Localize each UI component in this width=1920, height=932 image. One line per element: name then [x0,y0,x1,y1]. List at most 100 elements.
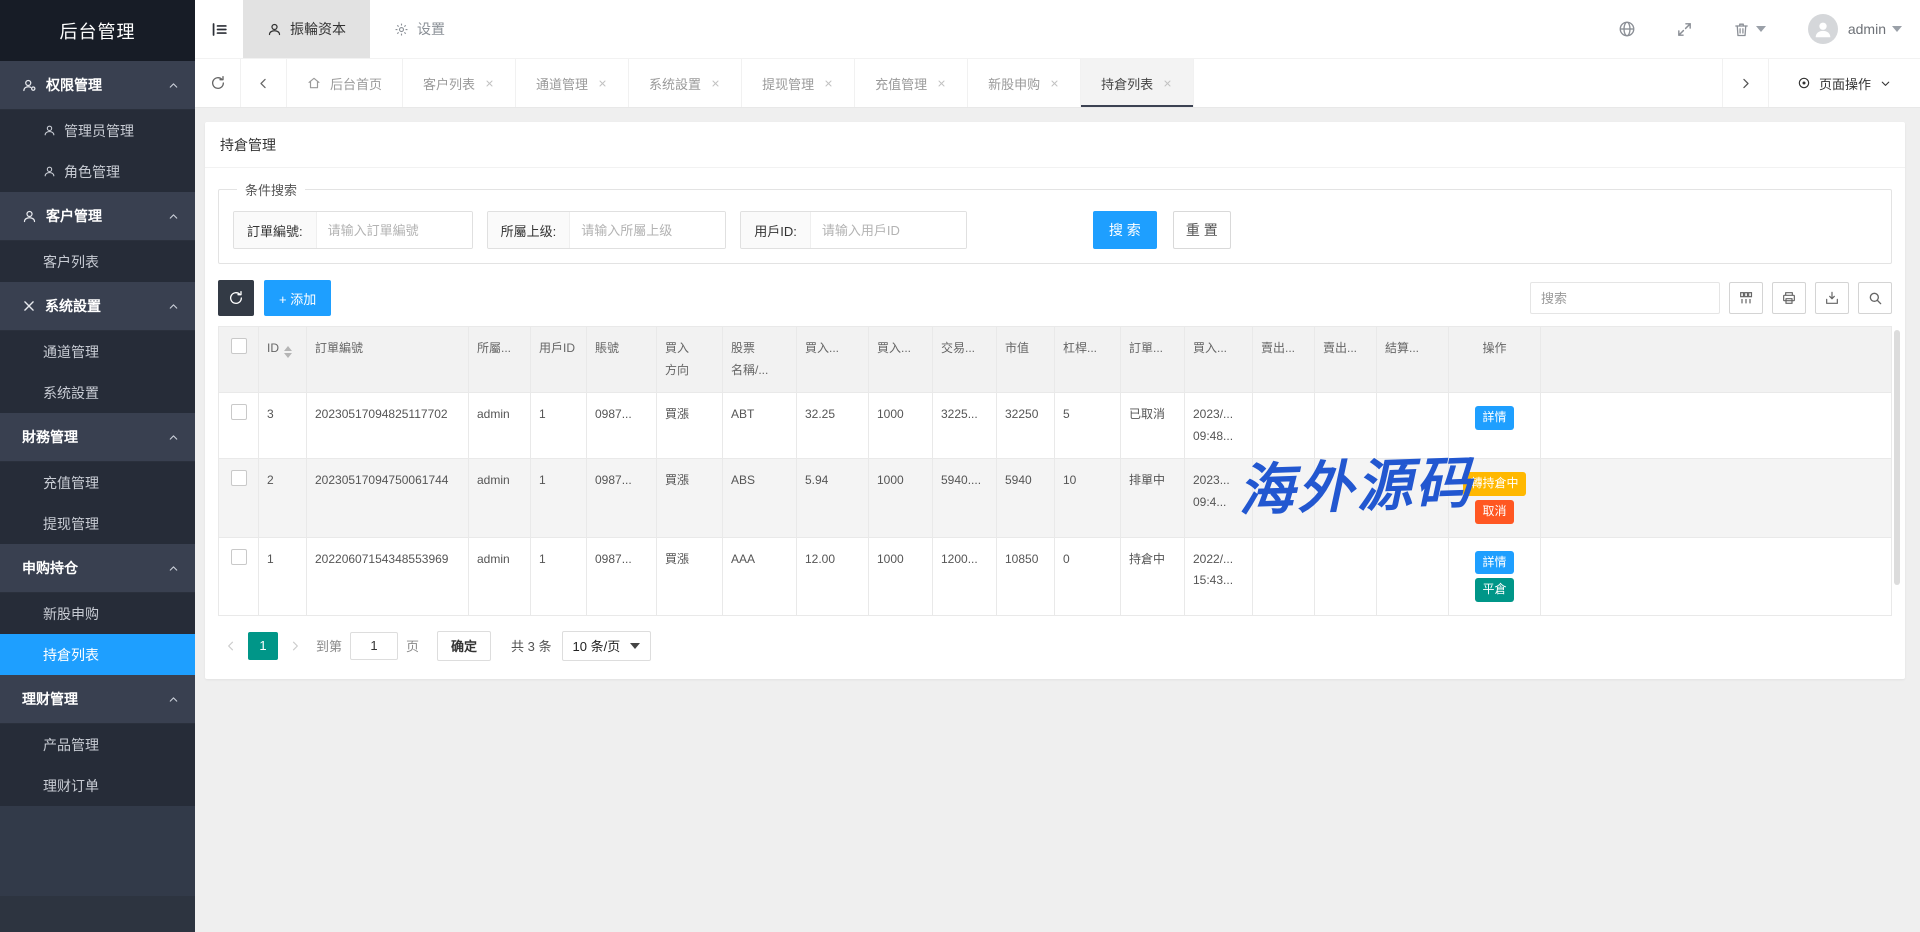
page-operations-dropdown[interactable]: 页面操作 [1768,59,1920,107]
close-icon[interactable] [936,78,947,89]
chevron-up-icon [167,210,180,223]
condition-search-fieldset: 条件搜索 訂單編號: 所屬上级: 用戶ID: 搜 索 重 置 [218,180,1892,264]
row-checkbox[interactable] [231,404,247,420]
confirm-page-button[interactable]: 确定 [437,631,491,661]
close-icon[interactable] [484,78,495,89]
user-id-input[interactable] [811,212,966,248]
cancel-button[interactable]: 取消 [1475,500,1513,524]
chevron-up-icon [167,562,180,575]
close-icon[interactable] [710,78,721,89]
scroll-tabs-left-button[interactable] [241,59,287,107]
select-all-checkbox[interactable] [231,338,247,354]
tab-ipo-subscription[interactable]: 新股申购 [968,59,1081,107]
page-number-1[interactable]: 1 [248,632,278,660]
gear-icon [394,22,409,37]
search-button[interactable]: 搜 索 [1093,211,1157,249]
table-toolbar: + 添加 [218,280,1892,316]
col-leverage: 杠桿... [1055,327,1121,393]
col-direction: 買入方向 [657,327,723,393]
sidebar-item-customer-list[interactable]: 客户列表 [0,241,195,282]
table-header-row: ID 訂單編號 所屬... 用戶ID 賬號 買入方向 股票名稱/... 買入..… [219,327,1892,393]
parent-agent-input[interactable] [570,212,725,248]
col-filler [1541,327,1892,393]
sidebar-group-wealth[interactable]: 理财管理 [0,675,195,724]
refresh-table-button[interactable] [218,280,254,316]
chevron-up-icon [167,300,180,313]
scroll-tabs-right-button[interactable] [1722,59,1768,107]
sidebar-item-role-management[interactable]: 角色管理 [0,151,195,192]
close-icon[interactable] [597,78,608,89]
detail-button[interactable]: 詳情 [1475,406,1513,430]
export-button[interactable] [1815,282,1849,314]
condition-search-legend: 条件搜索 [237,180,305,199]
tab-home[interactable]: 后台首页 [287,59,403,107]
table-scrollbar[interactable] [1894,330,1900,585]
sidebar-item-channel-management[interactable]: 通道管理 [0,331,195,372]
row-checkbox[interactable] [231,470,247,486]
sort-icon[interactable] [284,346,292,358]
filter-columns-button[interactable] [1729,282,1763,314]
next-page-button[interactable] [282,632,308,660]
fullscreen-icon[interactable] [1676,21,1693,38]
sidebar-item-wealth-orders[interactable]: 理财订单 [0,765,195,806]
close-icon[interactable] [1162,78,1173,89]
sidebar-collapse-button[interactable] [195,0,243,58]
col-id[interactable]: ID [259,327,307,393]
tab-withdraw-management[interactable]: 提现管理 [742,59,855,107]
table-search-input[interactable] [1530,282,1720,314]
prev-page-button[interactable] [218,632,244,660]
reset-button[interactable]: 重 置 [1173,211,1231,249]
close-position-button[interactable]: 平倉 [1475,578,1513,602]
status-badge: 已取消 [1121,393,1185,459]
sidebar-item-product-management[interactable]: 产品管理 [0,724,195,765]
user-icon [267,22,282,37]
sidebar-group-permissions[interactable]: 权限管理 [0,61,195,110]
tab-system-settings[interactable]: 系统設置 [629,59,742,107]
workspace-tab-company[interactable]: 振輪资本 [243,0,370,58]
sidebar-group-finance[interactable]: 財務管理 [0,413,195,462]
col-order-no: 訂單編號 [307,327,469,393]
sidebar-group-customers[interactable]: 客户管理 [0,192,195,241]
print-button[interactable] [1772,282,1806,314]
sidebar-item-withdraw-management[interactable]: 提现管理 [0,503,195,544]
magnifier-icon [1867,290,1883,306]
clear-cache-dropdown[interactable] [1733,21,1766,38]
username: admin [1848,21,1886,37]
close-icon[interactable] [1049,78,1060,89]
status-badge: 持倉中 [1121,537,1185,615]
order-no-input[interactable] [317,212,472,248]
zoom-search-button[interactable] [1858,282,1892,314]
col-status: 訂單... [1121,327,1185,393]
tab-position-list[interactable]: 持倉列表 [1081,59,1194,107]
goto-page-input[interactable] [350,632,398,660]
col-trade-amount: 交易... [933,327,997,393]
refresh-tab-button[interactable] [195,59,241,107]
sidebar: 后台管理 权限管理 管理员管理 角色管理 客户管理 客户列表 系统設置 通道管理 [0,0,195,932]
sidebar-item-recharge-management[interactable]: 充值管理 [0,462,195,503]
chevron-right-icon [1738,76,1753,91]
workspace-tab-settings[interactable]: 设置 [370,0,469,58]
avatar[interactable] [1808,14,1838,44]
sidebar-item-position-list[interactable]: 持倉列表 [0,634,195,675]
close-icon[interactable] [823,78,834,89]
user-menu-caret-icon[interactable] [1892,26,1902,32]
columns-icon [1738,290,1754,306]
tab-customer-list[interactable]: 客户列表 [403,59,516,107]
col-sell-price: 賣出... [1253,327,1315,393]
user-cog-icon [22,78,37,93]
transfer-holding-button[interactable]: 轉持倉中 [1463,472,1525,496]
sidebar-item-ipo-subscription[interactable]: 新股申购 [0,593,195,634]
tab-channel-management[interactable]: 通道管理 [516,59,629,107]
tab-recharge-management[interactable]: 充值管理 [855,59,968,107]
language-globe-icon[interactable] [1618,20,1636,38]
sidebar-item-system-settings[interactable]: 系统設置 [0,372,195,413]
sidebar-item-admin-management[interactable]: 管理员管理 [0,110,195,151]
add-button[interactable]: + 添加 [264,280,331,316]
sidebar-group-positions[interactable]: 申购持仓 [0,544,195,593]
home-icon [307,76,321,90]
user-icon [43,165,56,178]
detail-button[interactable]: 詳情 [1475,551,1513,575]
page-size-select[interactable]: 10 条/页 [562,631,652,661]
row-checkbox[interactable] [231,549,247,565]
sidebar-group-system[interactable]: 系统設置 [0,282,195,331]
